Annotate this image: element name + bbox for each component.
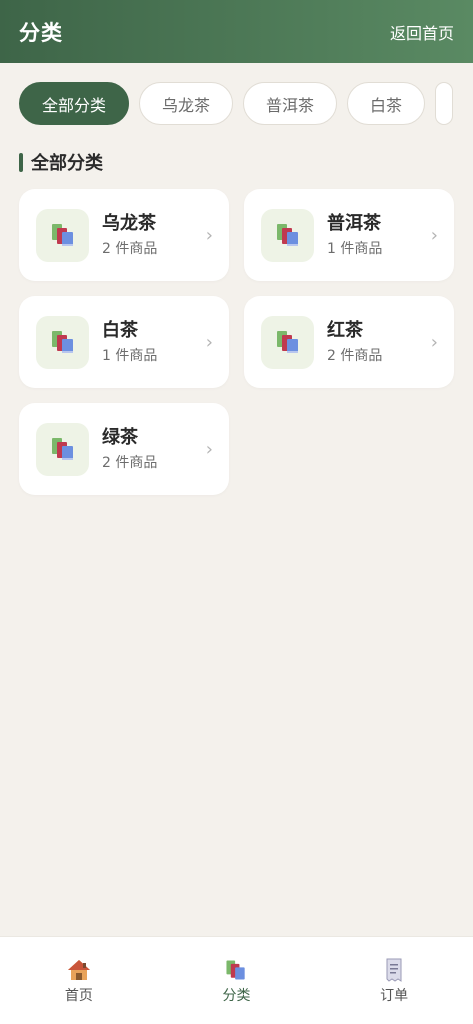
category-name: 普洱茶 bbox=[327, 212, 381, 234]
category-filter-chips: 全部分类 乌龙茶 普洱茶 白茶 bbox=[19, 82, 473, 126]
category-card-green[interactable]: 绿茶 2 件商品 › bbox=[19, 403, 229, 495]
category-info: 普洱茶 1 件商品 bbox=[327, 213, 431, 258]
books-icon bbox=[223, 957, 249, 983]
category-grid: 乌龙茶 2 件商品 › 普洱茶 1 件商品 › 白茶 1 件商品 › 红茶 2 … bbox=[19, 189, 454, 495]
category-count: 2 件商品 bbox=[102, 240, 158, 257]
books-icon bbox=[261, 315, 314, 369]
nav-category-label: 分类 bbox=[222, 988, 251, 1004]
books-icon bbox=[36, 208, 89, 262]
books-icon bbox=[36, 315, 89, 369]
category-card-white[interactable]: 白茶 1 件商品 › bbox=[19, 296, 229, 388]
category-name: 绿茶 bbox=[102, 426, 138, 448]
chip-white[interactable]: 白茶 bbox=[347, 82, 426, 125]
chip-overflow[interactable] bbox=[435, 82, 454, 125]
chip-all[interactable]: 全部分类 bbox=[19, 82, 130, 125]
books-icon bbox=[36, 422, 89, 476]
category-count: 1 件商品 bbox=[327, 240, 383, 257]
section-title: 全部分类 bbox=[31, 153, 103, 174]
bottom-nav: 首页 分类 订单 bbox=[0, 936, 473, 1024]
books-icon bbox=[261, 208, 314, 262]
nav-category[interactable]: 分类 bbox=[176, 957, 296, 1005]
category-info: 白茶 1 件商品 bbox=[102, 320, 206, 365]
category-card-black[interactable]: 红茶 2 件商品 › bbox=[244, 296, 454, 388]
chip-puer[interactable]: 普洱茶 bbox=[243, 82, 338, 125]
chevron-right-icon: › bbox=[430, 224, 438, 246]
category-count: 2 件商品 bbox=[102, 454, 158, 471]
nav-orders[interactable]: 订单 bbox=[334, 957, 454, 1005]
chevron-right-icon: › bbox=[205, 224, 213, 246]
category-info: 红茶 2 件商品 bbox=[327, 320, 431, 365]
receipt-icon bbox=[381, 957, 407, 983]
nav-home-label: 首页 bbox=[64, 988, 93, 1004]
category-card-oolong[interactable]: 乌龙茶 2 件商品 › bbox=[19, 189, 229, 281]
chip-oolong[interactable]: 乌龙茶 bbox=[139, 82, 234, 125]
category-name: 乌龙茶 bbox=[102, 212, 156, 234]
category-card-puer[interactable]: 普洱茶 1 件商品 › bbox=[244, 189, 454, 281]
nav-orders-label: 订单 bbox=[380, 988, 409, 1004]
back-home-link[interactable]: 返回首页 bbox=[390, 20, 454, 44]
house-icon bbox=[66, 957, 92, 983]
category-count: 2 件商品 bbox=[327, 347, 383, 364]
category-name: 红茶 bbox=[327, 319, 363, 341]
page: 分类 返回首页 全部分类 乌龙茶 普洱茶 白茶 全部分类 乌龙茶 2 件商品 ›… bbox=[0, 0, 473, 1024]
chevron-right-icon: › bbox=[430, 331, 438, 353]
nav-home[interactable]: 首页 bbox=[19, 957, 139, 1005]
category-info: 乌龙茶 2 件商品 bbox=[102, 213, 206, 258]
category-count: 1 件商品 bbox=[102, 347, 158, 364]
header-bar: 分类 返回首页 bbox=[0, 0, 473, 63]
chevron-right-icon: › bbox=[205, 331, 213, 353]
page-title: 分类 bbox=[19, 20, 63, 45]
category-name: 白茶 bbox=[102, 319, 138, 341]
section-accent-bar bbox=[19, 152, 23, 172]
category-info: 绿茶 2 件商品 bbox=[102, 427, 206, 472]
chevron-right-icon: › bbox=[205, 438, 213, 460]
section-header: 全部分类 bbox=[19, 150, 103, 174]
